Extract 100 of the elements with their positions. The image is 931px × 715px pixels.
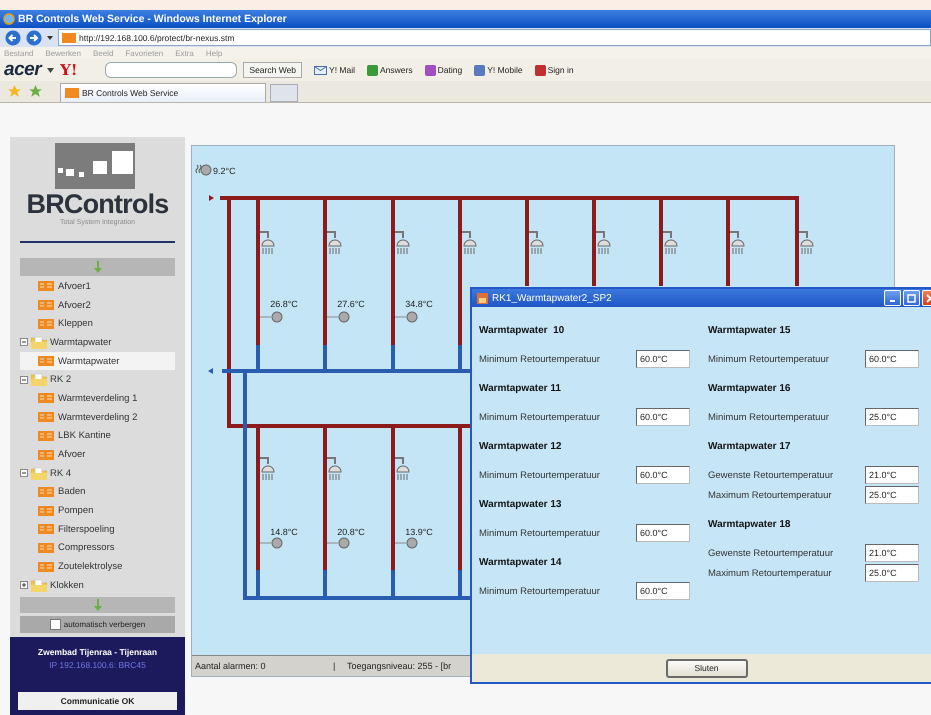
expander-icon[interactable] bbox=[20, 469, 28, 478]
star-icon[interactable] bbox=[8, 85, 21, 98]
input-field[interactable]: 60.0°C bbox=[636, 408, 690, 426]
tree-item[interactable]: Warmtapwater bbox=[20, 352, 175, 370]
folder-icon bbox=[31, 336, 47, 349]
toolbar-link[interactable]: Y! Mobile bbox=[487, 65, 523, 75]
page-icon bbox=[38, 506, 54, 516]
sensor-icon bbox=[196, 164, 212, 176]
tree-item[interactable]: Filterspoeling bbox=[10, 520, 175, 539]
temperature-reading: 14.8°C bbox=[270, 527, 298, 537]
browser-icon bbox=[3, 13, 15, 25]
tree-item[interactable]: Kleppen bbox=[10, 314, 175, 334]
caret-icon[interactable] bbox=[45, 34, 55, 40]
site-icon bbox=[62, 32, 76, 42]
field-label: Minimum Retourtemperatuur bbox=[479, 528, 601, 538]
input-field[interactable]: 60.0°C bbox=[636, 466, 690, 484]
temperature-reading: 20.8°C bbox=[337, 527, 365, 537]
group-heading: Warmtapwater 13 bbox=[479, 498, 562, 512]
page-icon bbox=[38, 300, 54, 310]
status-text: | bbox=[333, 661, 336, 671]
tree-item[interactable]: Baden bbox=[10, 482, 175, 502]
page-icon bbox=[38, 318, 54, 329]
temperature-reading: 26.8°C bbox=[270, 299, 298, 309]
input-field[interactable]: 25.0°C bbox=[865, 564, 919, 582]
shower-icon bbox=[730, 231, 744, 254]
address-field[interactable]: http://192.168.100.6/protect/br-nexus.stm bbox=[58, 29, 931, 46]
field-label: Minimum Retourtemperatuur bbox=[479, 586, 601, 596]
search-field[interactable] bbox=[105, 62, 238, 78]
star-icon[interactable] bbox=[29, 85, 42, 98]
back-icon[interactable] bbox=[5, 30, 23, 46]
shower-icon bbox=[663, 231, 678, 254]
tree-item[interactable]: RK 4 bbox=[10, 464, 175, 483]
page-icon bbox=[38, 450, 54, 460]
arrow-down-icon bbox=[94, 598, 102, 611]
search-logo[interactable]: Y! bbox=[60, 61, 78, 79]
shower-icon bbox=[529, 231, 544, 254]
maximize-button[interactable] bbox=[903, 290, 920, 306]
forward-icon[interactable] bbox=[26, 30, 42, 46]
browser-tab[interactable]: BR Controls Web Service bbox=[60, 83, 266, 102]
page-icon bbox=[38, 430, 54, 441]
expander-icon[interactable] bbox=[20, 581, 28, 590]
tree-item[interactable]: RK 2 bbox=[10, 370, 175, 390]
input-field[interactable]: 60.0°C bbox=[636, 524, 690, 542]
temperature-reading: 27.6°C bbox=[337, 299, 365, 309]
square-icon bbox=[474, 64, 486, 76]
toolbar-link[interactable]: Answers bbox=[380, 65, 413, 75]
shower-icon bbox=[327, 231, 342, 254]
toolbar-link[interactable]: Y! Mail bbox=[329, 65, 356, 75]
shower-icon bbox=[260, 457, 274, 480]
field-label: Minimum Retourtemperatuur bbox=[479, 412, 601, 422]
caret-icon[interactable] bbox=[47, 68, 54, 72]
tree-item[interactable]: Afvoer2 bbox=[10, 296, 175, 314]
shower-icon bbox=[260, 231, 274, 254]
tree-item[interactable]: Afvoer bbox=[10, 445, 175, 464]
tree-item[interactable]: LBK Kantine bbox=[10, 426, 175, 446]
tree-item[interactable]: Warmteverdeling 2 bbox=[10, 408, 175, 426]
input-field[interactable]: 60.0°C bbox=[865, 350, 919, 368]
toolbar-link[interactable]: Dating bbox=[438, 65, 462, 75]
page-icon bbox=[38, 524, 54, 534]
page-icon bbox=[38, 393, 54, 404]
expander-icon[interactable] bbox=[20, 338, 28, 346]
app-icon bbox=[477, 292, 488, 304]
tree-item[interactable]: Warmtapwater bbox=[10, 333, 175, 352]
close-dialog-button[interactable]: Sluten bbox=[666, 658, 748, 678]
brand-logo: acer bbox=[4, 60, 42, 80]
square-icon bbox=[534, 64, 546, 76]
page-icon bbox=[38, 542, 54, 553]
shower-icon bbox=[395, 231, 410, 254]
minimize-button[interactable] bbox=[884, 290, 901, 306]
field-label: Maximum Retourtemperatuur bbox=[708, 490, 833, 500]
input-field[interactable]: 21.0°C bbox=[865, 544, 919, 562]
tree-item[interactable]: Zoutelektrolyse bbox=[10, 557, 175, 576]
expander-icon[interactable] bbox=[20, 376, 28, 384]
field-label: Minimum Retourtemperatuur bbox=[479, 470, 601, 480]
input-field[interactable]: 25.0°C bbox=[865, 408, 919, 426]
tree-item[interactable]: Warmteverdeling 1 bbox=[10, 389, 175, 408]
shower-icon bbox=[462, 231, 476, 254]
ip-address: IP 192.168.100.6: BRC45 bbox=[49, 660, 146, 670]
tree-item[interactable]: Compressors bbox=[10, 538, 175, 558]
group-heading: Warmtapwater 11 bbox=[479, 382, 562, 396]
input-field[interactable]: 21.0°C bbox=[865, 466, 919, 484]
tree-item[interactable]: Pompen bbox=[10, 501, 175, 520]
group-heading: Warmtapwater 17 bbox=[708, 440, 792, 454]
group-heading: Warmtapwater 14 bbox=[479, 556, 562, 570]
folder-icon bbox=[31, 578, 47, 592]
shower-icon bbox=[596, 231, 610, 254]
field-label: Gewenste Retourtemperatuur bbox=[708, 548, 834, 558]
field-label: Gewenste Retourtemperatuur bbox=[708, 470, 834, 480]
field-label: Minimum Retourtemperatuur bbox=[708, 412, 830, 422]
input-field[interactable]: 25.0°C bbox=[865, 486, 919, 504]
checkbox[interactable] bbox=[50, 618, 61, 630]
temperature-reading: 9.2°C bbox=[213, 166, 236, 176]
logo-text: BRControls bbox=[26, 189, 168, 219]
search-web-button[interactable]: Search Web bbox=[243, 62, 302, 78]
tree-item[interactable]: Klokken bbox=[10, 576, 175, 595]
tree-item[interactable]: Afvoer1 bbox=[10, 277, 175, 296]
toolbar-link[interactable]: Sign in bbox=[548, 65, 574, 75]
input-field[interactable]: 60.0°C bbox=[636, 582, 690, 600]
group-heading: Warmtapwater 18 bbox=[708, 518, 792, 532]
input-field[interactable]: 60.0°C bbox=[636, 350, 690, 368]
